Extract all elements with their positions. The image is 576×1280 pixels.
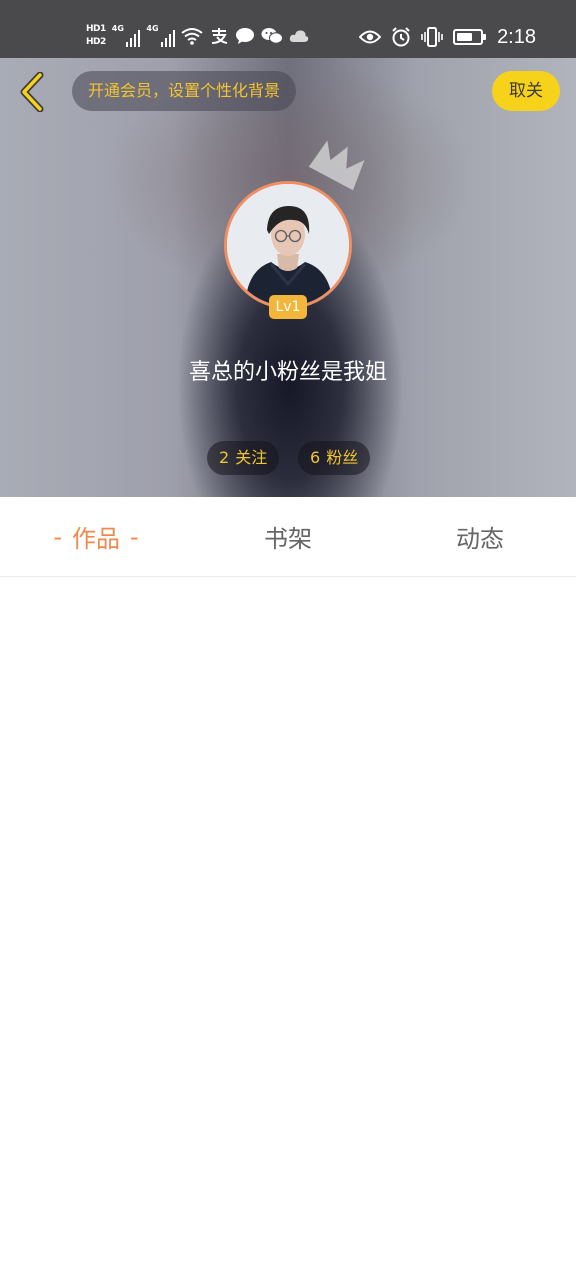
signal-group-2: 4G <box>146 24 176 47</box>
following-label: 关注 <box>235 448 268 467</box>
tab-bookshelf[interactable]: 书架 <box>192 497 384 576</box>
followers-count: 6 <box>310 448 321 467</box>
wifi-icon <box>181 27 203 45</box>
followers-stat[interactable]: 6 粉丝 <box>298 441 371 475</box>
status-bar-right: 2:18 <box>359 24 536 50</box>
network-label-1: 4G <box>111 24 124 33</box>
tab-bar: - 作品 - 书架 动态 <box>0 497 576 577</box>
back-button[interactable] <box>12 70 52 114</box>
tab-dash-right: - <box>130 522 139 551</box>
message-icon <box>235 27 255 45</box>
level-badge: Lv1 <box>269 295 307 319</box>
battery-icon <box>453 29 487 45</box>
vibrate-icon <box>421 27 443 47</box>
tab-works-label: 作品 <box>72 525 120 553</box>
wechat-icon <box>261 27 284 45</box>
hd-badge-2: HD2 <box>86 37 106 47</box>
followers-label: 粉丝 <box>326 448 359 467</box>
hd-badges: HD1 HD2 <box>86 24 106 48</box>
status-bar: HD1 HD2 4G 4G 2:18 <box>0 0 576 58</box>
chevron-left-icon <box>20 72 44 112</box>
tab-content <box>0 577 576 1280</box>
hd-badge-1: HD1 <box>86 24 106 34</box>
avatar-photo <box>227 184 349 306</box>
status-time: 2:18 <box>497 25 536 48</box>
tab-dash-left: - <box>53 522 62 551</box>
alarm-icon <box>391 27 411 47</box>
profile-screen: HD1 HD2 4G 4G 2:18 开通会员，设置个性化背景 取关 Lv1 喜… <box>0 0 576 1280</box>
unfollow-button[interactable]: 取关 <box>492 71 560 111</box>
eye-icon <box>359 29 382 45</box>
member-banner[interactable]: 开通会员，设置个性化背景 <box>72 71 297 111</box>
following-stat[interactable]: 2 关注 <box>207 441 280 475</box>
avatar[interactable] <box>224 181 352 309</box>
following-count: 2 <box>219 448 230 467</box>
tab-bookshelf-label: 书架 <box>264 525 312 553</box>
signal-icon <box>125 29 141 47</box>
signal-icon <box>160 29 176 47</box>
battery-fill <box>457 33 473 41</box>
tab-activity-label: 动态 <box>456 525 504 553</box>
signal-group-1: 4G <box>112 25 141 47</box>
tab-works[interactable]: - 作品 - <box>0 497 192 576</box>
tab-activity[interactable]: 动态 <box>384 497 576 576</box>
alipay-icon <box>209 27 229 45</box>
cloud-icon <box>289 29 309 43</box>
username: 喜总的小粉丝是我姐 <box>188 360 387 385</box>
network-label-2: 4G <box>146 24 159 33</box>
status-bar-left: HD1 HD2 4G 4G <box>86 18 309 54</box>
profile-header: 开通会员，设置个性化背景 取关 Lv1 喜总的小粉丝是我姐 2 关注 6 粉丝 <box>0 58 576 497</box>
